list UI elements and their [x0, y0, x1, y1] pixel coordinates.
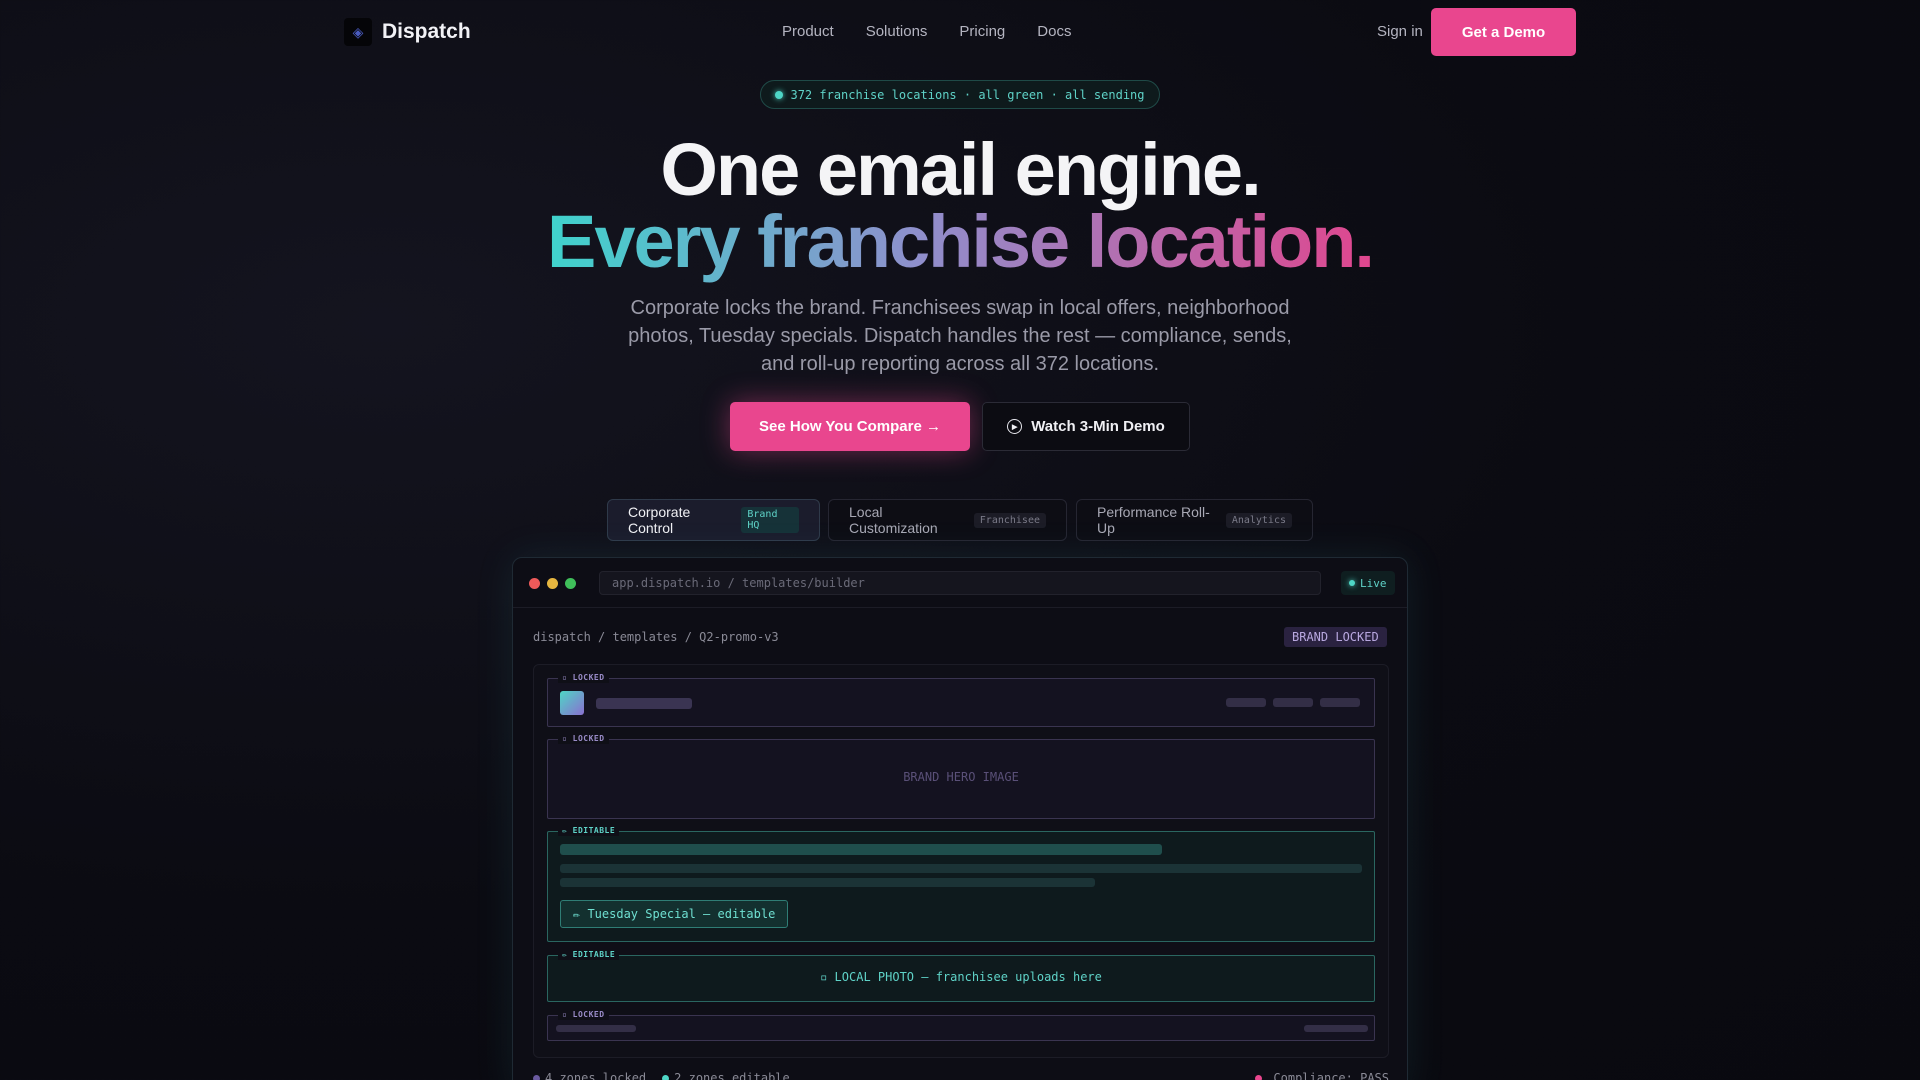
hero-subtitle: Corporate locks the brand. Franchisees s… — [628, 297, 1292, 375]
brand-logo[interactable]: ◈ Dispatch — [344, 18, 471, 46]
minimize-window-icon[interactable] — [547, 578, 558, 589]
maximize-window-icon[interactable] — [565, 578, 576, 589]
header-zone-locked[interactable]: ▫ LOCKED — [547, 673, 1375, 727]
tuesday-special-button[interactable]: ✏ Tuesday Special — editable — [560, 900, 789, 928]
zone-locked-label: ▫ LOCKED — [558, 734, 609, 744]
tab-tag: Analytics — [1225, 512, 1292, 528]
sign-in-link[interactable]: Sign in — [1377, 23, 1423, 40]
zone-editable-label: ✏ EDITABLE — [558, 950, 620, 960]
hero-headline: One email engine. — [660, 128, 1261, 211]
header-nav-placeholder — [1320, 698, 1360, 707]
hero-image-placeholder: BRAND HERO IMAGE — [903, 770, 1019, 784]
live-badge: Live — [1341, 571, 1395, 595]
zone-locked-label: ▫ LOCKED — [558, 673, 609, 683]
local-photo-placeholder: ▫ LOCAL PHOTO — franchisee uploads here — [820, 970, 1102, 984]
watch-demo-label: Watch 3-Min Demo — [1031, 418, 1165, 435]
zone-editable-label: ✏ EDITABLE — [558, 826, 620, 836]
hero-headline-gradient: Every franchise location. — [0, 202, 1920, 282]
nav-link-pricing[interactable]: Pricing — [959, 23, 1005, 40]
app-window: app.dispatch.io / templates/builder Live… — [512, 557, 1408, 1080]
window-titlebar: app.dispatch.io / templates/builder Live — [513, 558, 1407, 608]
tab-label: Performance Roll-Up — [1097, 504, 1210, 536]
editable-dot-icon — [662, 1075, 670, 1080]
tab-label: Local Customization — [849, 504, 938, 536]
tab-label: Corporate Control — [628, 504, 691, 536]
breadcrumb: dispatch / templates / Q2-promo-v3 — [533, 630, 779, 644]
compare-button[interactable]: See How You Compare → — [730, 402, 970, 451]
compliance-dot-icon — [1255, 1074, 1263, 1080]
hero-gradient-text: Every franchise location. — [546, 200, 1375, 283]
live-label: Live — [1360, 576, 1387, 590]
compliance-status: Compliance: PASS — [1255, 1071, 1389, 1080]
footer-link-placeholder — [1304, 1025, 1368, 1032]
nav-link-docs[interactable]: Docs — [1037, 23, 1071, 40]
tab-local-customization[interactable]: Local Customization Franchisee — [828, 499, 1067, 541]
local-photo-zone-editable[interactable]: ✏ EDITABLE ▫ LOCAL PHOTO — franchisee up… — [547, 950, 1375, 1002]
logo-placeholder-icon — [560, 691, 584, 715]
nav-link-product[interactable]: Product — [782, 23, 834, 40]
brand-locked-badge: BRAND LOCKED — [1284, 627, 1387, 647]
status-dot-icon — [775, 90, 784, 99]
offer-body-placeholder — [560, 878, 1095, 887]
nav-link-solutions[interactable]: Solutions — [866, 23, 928, 40]
live-dot-icon — [1349, 580, 1355, 586]
brand-name: Dispatch — [382, 20, 471, 43]
tab-performance-rollup[interactable]: Performance Roll-Up Analytics — [1076, 499, 1313, 541]
status-pill: 372 franchise locations · all green · al… — [760, 80, 1160, 109]
tab-corporate-control[interactable]: Corporate Control Brand HQ — [607, 499, 820, 541]
offer-zone-editable[interactable]: ✏ EDITABLE ✏ Tuesday Special — editable — [547, 826, 1375, 942]
close-window-icon[interactable] — [529, 578, 540, 589]
zone-locked-label: ▫ LOCKED — [558, 1010, 609, 1020]
get-demo-button[interactable]: Get a Demo — [1431, 8, 1576, 56]
play-icon: ▶ — [1007, 419, 1023, 434]
header-nav-placeholder — [1273, 698, 1313, 707]
footer-zone-locked[interactable]: ▫ LOCKED — [547, 1010, 1375, 1041]
watch-demo-button[interactable]: ▶ Watch 3-Min Demo — [982, 402, 1190, 451]
header-title-placeholder — [596, 698, 692, 709]
logo-icon: ◈ — [344, 18, 372, 46]
zones-editable-status: 2 zones editable — [662, 1071, 790, 1080]
offer-body-placeholder — [560, 864, 1362, 873]
nav-links: Product Solutions Pricing Docs — [782, 23, 1071, 40]
status-text: 372 franchise locations · all green · al… — [790, 87, 1145, 102]
tab-tag: Brand HQ — [741, 507, 799, 533]
zones-locked-status: 4 zones locked — [533, 1071, 646, 1080]
header-nav-placeholder — [1226, 698, 1266, 707]
top-nav: ◈ Dispatch Product Solutions Pricing Doc… — [0, 0, 1920, 64]
offer-headline-placeholder — [560, 844, 1162, 855]
locked-dot-icon — [533, 1075, 540, 1080]
template-canvas: ▫ LOCKED ▫ LOCKED BRAND HERO IMAGE ✏ EDI… — [533, 664, 1389, 1058]
tab-tag: Franchisee — [973, 512, 1046, 528]
url-bar[interactable]: app.dispatch.io / templates/builder — [599, 571, 1321, 595]
hero-image-zone-locked[interactable]: ▫ LOCKED BRAND HERO IMAGE — [547, 734, 1375, 819]
footer-text-placeholder — [556, 1025, 636, 1032]
